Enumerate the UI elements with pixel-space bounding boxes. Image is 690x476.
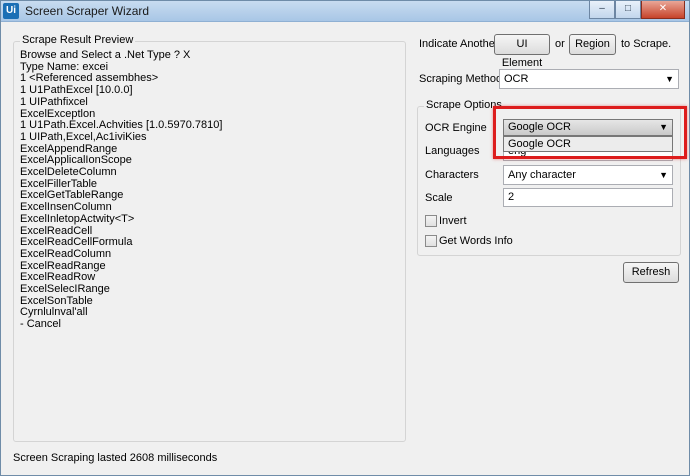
chevron-down-icon: ▼	[665, 74, 674, 84]
preview-text[interactable]: Browse and Select a .Net Type ? X Type Na…	[20, 50, 399, 437]
window-title: Screen Scraper Wizard	[25, 4, 150, 18]
scraping-method-label: Scraping Method	[419, 73, 503, 85]
red-highlight-annotation	[493, 106, 687, 159]
ocr-engine-label: OCR Engine	[425, 122, 487, 134]
preview-label: Scrape Result Preview	[20, 34, 136, 46]
maximize-button[interactable]: □	[615, 1, 641, 19]
close-button[interactable]: ✕	[641, 1, 685, 19]
languages-label: Languages	[425, 145, 480, 157]
scale-input[interactable]: 2	[503, 188, 673, 207]
or-label: or	[555, 38, 565, 50]
ui-element-button[interactable]: UI Element	[494, 34, 550, 69]
scraping-method-select[interactable]: OCR ▼	[499, 69, 679, 89]
uipath-logo-icon: Ui	[3, 3, 19, 19]
screen-scraper-window: Ui Screen Scraper Wizard – □ ✕ Scrape Re…	[0, 0, 690, 476]
scraping-method-value: OCR	[504, 73, 529, 85]
to-scrape-label: to Scrape.	[621, 38, 672, 50]
preview-line: ExcelInletopActwity<T>	[20, 212, 135, 225]
invert-label: Invert	[439, 215, 467, 227]
scrape-options-label: Scrape Options	[424, 99, 504, 111]
invert-checkbox[interactable]	[425, 215, 437, 227]
chevron-down-icon: ▼	[659, 170, 668, 180]
preview-line: 1 UIPath,Excel,Ac1iviKies	[20, 130, 147, 143]
preview-line: 1 UIPathfixcel	[20, 95, 88, 108]
minimize-button[interactable]: –	[589, 1, 615, 19]
get-words-info-checkbox[interactable]	[425, 235, 437, 247]
indicate-label: Indicate Another	[419, 38, 499, 50]
characters-select[interactable]: Any character ▼	[503, 165, 673, 185]
preview-line: Cyrnlulnval'all	[20, 306, 88, 319]
preview-line: ExcelSelecIRange	[20, 283, 110, 296]
characters-label: Characters	[425, 169, 479, 181]
preview-line: - Cancel	[20, 318, 61, 331]
title-bar: Ui Screen Scraper Wizard – □ ✕	[1, 1, 689, 22]
status-text: Screen Scraping lasted 2608 milliseconds	[13, 452, 218, 464]
preview-line: ExcelDeleteColumn	[20, 166, 117, 179]
scrape-result-preview: Scrape Result Preview Browse and Select …	[13, 34, 406, 442]
refresh-button[interactable]: Refresh	[623, 262, 679, 283]
window-controls: – □ ✕	[589, 1, 685, 19]
scale-label: Scale	[425, 192, 453, 204]
characters-value: Any character	[508, 169, 576, 181]
preview-line: Browse and Select a .Net Type ? X	[20, 50, 191, 61]
get-words-info-label: Get Words Info	[439, 235, 513, 247]
region-button[interactable]: Region	[569, 34, 616, 55]
preview-line: ExcelReadColumn	[20, 247, 112, 260]
